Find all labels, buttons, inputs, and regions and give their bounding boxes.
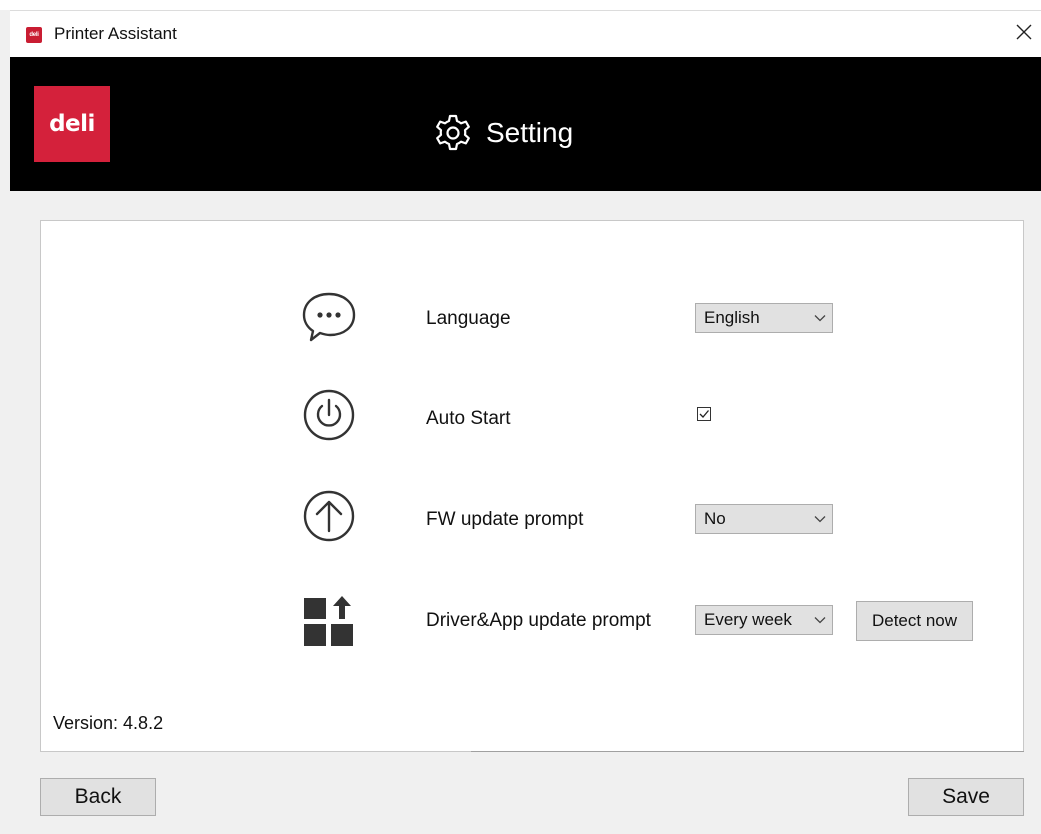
fw-update-label: FW update prompt <box>426 509 584 530</box>
gear-icon <box>436 114 470 151</box>
app-logo-icon: deli <box>26 27 42 43</box>
window-title: Printer Assistant <box>54 24 177 43</box>
panel-divider <box>471 751 1024 752</box>
back-button[interactable]: Back <box>40 778 156 816</box>
language-select-value: English <box>704 308 760 327</box>
driver-app-update-select-value: Every week <box>704 610 792 629</box>
apps-update-icon <box>304 596 353 646</box>
chevron-down-icon <box>814 617 826 624</box>
language-label: Language <box>426 308 511 329</box>
brand-logo: deli <box>34 86 110 162</box>
title-bar: deli Printer Assistant <box>10 10 1041 57</box>
page-title: Setting <box>486 117 574 148</box>
header-banner: deli Setting <box>10 57 1041 191</box>
settings-panel: Language English Auto Start FW update pr… <box>40 220 1024 752</box>
chevron-down-icon <box>814 315 826 322</box>
close-button[interactable] <box>1007 19 1041 49</box>
fw-update-select-value: No <box>704 509 726 528</box>
version-text: Version: 4.8.2 <box>53 713 164 733</box>
driver-app-update-label: Driver&App update prompt <box>426 610 651 631</box>
checkmark-icon <box>699 410 709 418</box>
window-top-strip <box>0 0 1041 10</box>
upload-arrow-icon <box>303 490 355 542</box>
auto-start-checkbox[interactable] <box>697 407 711 421</box>
chevron-down-icon <box>814 516 826 523</box>
driver-app-update-select[interactable]: Every week <box>695 605 833 635</box>
power-icon <box>303 389 355 441</box>
chat-bubble-icon <box>302 292 356 342</box>
detect-now-button[interactable]: Detect now <box>856 601 973 641</box>
auto-start-label: Auto Start <box>426 408 511 429</box>
close-icon <box>1016 24 1032 40</box>
printer-assistant-window: deli Printer Assistant deli Setting Lang… <box>0 0 1041 834</box>
language-select[interactable]: English <box>695 303 833 333</box>
save-button[interactable]: Save <box>908 778 1024 816</box>
fw-update-select[interactable]: No <box>695 504 833 534</box>
header-title-group: Setting <box>434 113 573 153</box>
